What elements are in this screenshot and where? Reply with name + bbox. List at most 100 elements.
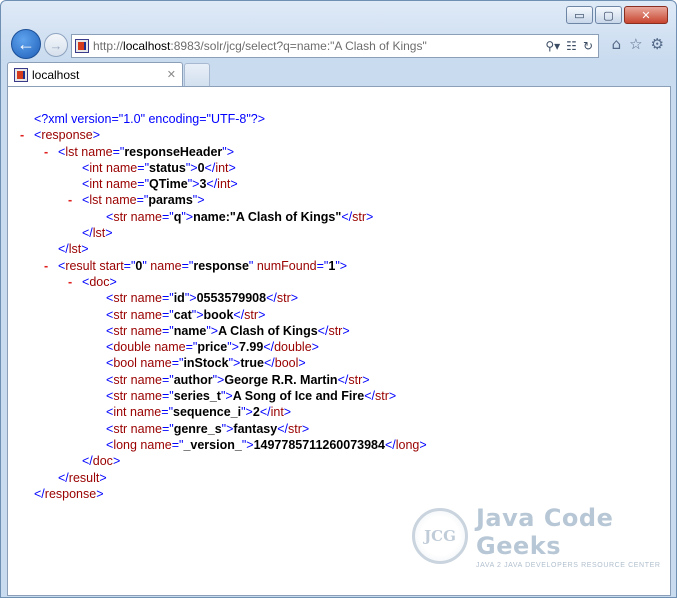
- xml-token: author: [173, 372, 213, 387]
- collapse-toggle[interactable]: -: [44, 144, 48, 160]
- xml-token: ">: [228, 356, 241, 371]
- xml-token: </: [266, 291, 277, 306]
- page-content: <?xml version="1.0" encoding="UTF-8"?> - <…: [7, 86, 671, 596]
- collapse-toggle[interactable]: -: [68, 274, 72, 290]
- xml-token: lst: [92, 226, 106, 241]
- xml-token: int name: [89, 177, 138, 192]
- xml-token: double name: [113, 340, 186, 355]
- home-icon[interactable]: ⌂: [612, 35, 622, 53]
- xml-token: >: [112, 454, 121, 469]
- xml-token: <?xml version="1.0" encoding="UTF-8"?>: [34, 112, 266, 126]
- xml-line: <str name="author">George R.R. Martin</s…: [8, 372, 670, 388]
- url-text[interactable]: http://localhost:8983/solr/jcg/select?q=…: [93, 39, 427, 53]
- url-scheme: http://: [93, 39, 124, 53]
- forward-button[interactable]: →: [44, 33, 68, 57]
- xml-line-text: <str name="genre_s">fantasy</str>: [106, 421, 309, 437]
- tab-favicon-icon: [14, 67, 28, 82]
- gear-icon[interactable]: ⚙: [651, 35, 664, 53]
- xml-token: </: [82, 454, 93, 469]
- xml-line-text: <str name="name">A Clash of Kings</str>: [106, 323, 350, 339]
- watermark: JCG Java Code Geeks JAVA 2 JAVA DEVELOPE…: [412, 501, 662, 571]
- xml-token: >: [283, 405, 292, 420]
- collapse-toggle[interactable]: -: [68, 192, 72, 208]
- xml-line: </result>: [8, 470, 670, 486]
- close-button[interactable]: ✕: [624, 6, 668, 24]
- xml-token: name:"A Clash of Kings": [193, 209, 342, 224]
- xml-token: </: [277, 421, 288, 436]
- xml-token: ": [248, 258, 257, 273]
- xml-token: name: [150, 258, 182, 273]
- collapse-toggle[interactable]: -: [20, 127, 24, 143]
- xml-line: <int name="sequence_i">2</int>: [8, 404, 670, 420]
- xml-token: str name: [113, 291, 162, 306]
- address-bar[interactable]: http://localhost:8983/solr/jcg/select?q=…: [71, 34, 599, 58]
- xml-line-text: </lst>: [82, 225, 113, 241]
- window-controls: ▭ ▢ ✕: [566, 6, 668, 24]
- xml-token: >: [301, 421, 310, 436]
- xml-token: A Song of Ice and Fire: [232, 389, 365, 404]
- xml-line: <str name="id">0553579908</str>: [8, 290, 670, 306]
- xml-token: >: [99, 470, 107, 485]
- xml-line: - <doc>: [8, 274, 670, 290]
- xml-token: lst: [68, 242, 82, 257]
- xml-line-text: <str name="author">George R.R. Martin</s…: [106, 372, 370, 388]
- xml-token: ">: [187, 177, 200, 192]
- browser-toolbar-icons: ⌂ ☆ ⚙: [612, 35, 664, 53]
- xml-token: =": [316, 258, 329, 273]
- new-tab-button[interactable]: [184, 63, 210, 86]
- xml-token: </: [263, 340, 275, 355]
- xml-line-text: <bool name="inStock">true</bool>: [106, 355, 306, 371]
- xml-token: str: [328, 323, 343, 338]
- xml-token: str: [287, 421, 302, 436]
- xml-token: double: [274, 340, 312, 355]
- xml-token: int: [217, 177, 231, 192]
- xml-token: doc: [92, 454, 113, 469]
- xml-token: ">: [241, 437, 254, 452]
- xml-token: 0553579908: [196, 291, 267, 306]
- xml-line: <str name="genre_s">fantasy</str>: [8, 421, 670, 437]
- maximize-button[interactable]: ▢: [595, 6, 622, 24]
- xml-line-text: <int name="QTime">3</int>: [82, 176, 238, 192]
- xml-token: </: [233, 307, 245, 322]
- xml-line: </lst>: [8, 241, 670, 257]
- xml-token: sequence_i: [173, 405, 242, 420]
- xml-token: =": [171, 437, 184, 452]
- xml-token: =": [137, 160, 150, 175]
- minimize-button[interactable]: ▭: [566, 6, 593, 24]
- compatibility-view-icon[interactable]: ☷: [566, 39, 577, 53]
- xml-token: int name: [89, 160, 138, 175]
- collapse-toggle[interactable]: -: [44, 258, 48, 274]
- xml-line: </doc>: [8, 453, 670, 469]
- xml-token: str name: [113, 323, 162, 338]
- xml-line-text: <lst name="params">: [82, 192, 205, 208]
- xml-line-text: <str name="series_t">A Song of Ice and F…: [106, 388, 396, 404]
- xml-token: >: [230, 177, 238, 192]
- xml-token: id: [173, 291, 185, 306]
- xml-token: name: [173, 323, 207, 338]
- xml-line-text: </result>: [58, 470, 107, 486]
- browser-tab[interactable]: localhost ✕: [7, 62, 183, 86]
- xml-token: str name: [113, 372, 162, 387]
- xml-line: <str name="q">name:"A Clash of Kings"</s…: [8, 209, 670, 225]
- xml-token: A Clash of Kings: [218, 323, 318, 338]
- xml-token: =": [112, 144, 125, 159]
- xml-token: >: [342, 323, 350, 338]
- search-icon[interactable]: ⚲▾: [545, 39, 560, 53]
- xml-line-text: <int name="sequence_i">2</int>: [106, 404, 291, 420]
- xml-token: =": [161, 405, 174, 420]
- xml-token: =": [185, 340, 198, 355]
- xml-token: cat: [173, 307, 192, 322]
- xml-token: str name: [113, 209, 162, 224]
- xml-token: result start: [65, 258, 124, 273]
- xml-token: >: [81, 242, 89, 257]
- close-icon[interactable]: ✕: [167, 68, 176, 81]
- xml-token: </: [58, 470, 69, 485]
- xml-token: int: [270, 405, 284, 420]
- back-button[interactable]: ←: [11, 29, 41, 59]
- xml-token: >: [311, 340, 319, 355]
- refresh-icon[interactable]: ↻: [583, 39, 593, 53]
- xml-line: </lst>: [8, 225, 670, 241]
- star-icon[interactable]: ☆: [629, 35, 642, 53]
- xml-token: George R.R. Martin: [224, 372, 338, 387]
- xml-token: ">: [206, 323, 219, 338]
